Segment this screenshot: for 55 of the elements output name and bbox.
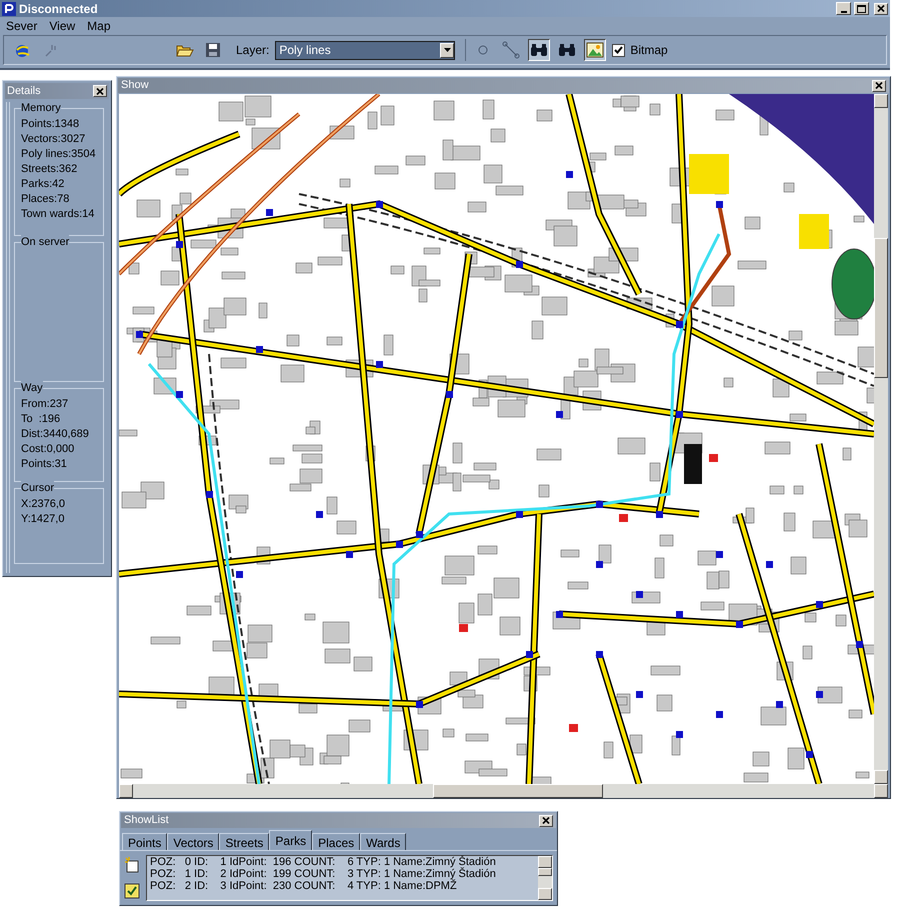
minimize-button[interactable] — [836, 2, 851, 15]
layer-dropdown[interactable]: Poly lines — [275, 40, 456, 60]
maximize-button[interactable] — [854, 2, 869, 15]
detail-value: Cost:0,000 — [20, 442, 76, 457]
detail-value: Dist:3440,689 — [20, 427, 90, 442]
tab[interactable]: Places — [312, 833, 360, 850]
window-title: Show — [121, 78, 149, 94]
group-title: Way — [21, 381, 43, 395]
panel-title: ShowList — [124, 813, 169, 828]
list-row[interactable]: POZ: 2 ID: 3 IdPoint: 230 COUNT: 4 TYP: 1 Name:DPMŽ — [150, 880, 538, 892]
window-title: Disconnected — [19, 0, 98, 18]
bitmap-checkbox[interactable] — [612, 44, 626, 56]
menu-item[interactable]: View — [49, 17, 76, 35]
tab[interactable]: Points — [122, 833, 168, 850]
detail-value: To :196 — [20, 412, 62, 427]
tab[interactable]: Wards — [360, 833, 406, 850]
menu-item[interactable]: Sever — [6, 17, 38, 35]
checklist-icon[interactable] — [124, 883, 140, 899]
tab[interactable]: Parks — [269, 830, 312, 850]
bitmap-label: Bitmap — [630, 42, 668, 59]
close-button[interactable] — [539, 814, 553, 826]
binoculars-icon[interactable] — [528, 39, 550, 61]
detail-value: Town wards:14 — [20, 207, 96, 222]
tab[interactable]: Vectors — [167, 833, 220, 850]
picture-icon[interactable] — [584, 39, 606, 61]
detail-value: X:2376,0 — [20, 497, 66, 512]
close-icon — [875, 82, 883, 89]
maximize-icon — [857, 4, 866, 12]
layer-label: Layer: — [236, 42, 270, 59]
detail-value: Parks:42 — [20, 177, 66, 192]
detail-value: Places:78 — [20, 192, 70, 207]
detail-value: Poly lines:3504 — [20, 147, 97, 162]
group-title: Memory — [21, 101, 61, 115]
new-document-icon[interactable] — [124, 857, 140, 873]
list-scrollbar[interactable] — [538, 856, 552, 900]
panel-title: Details — [7, 84, 41, 99]
detail-value: Vectors:3027 — [20, 132, 86, 147]
close-button[interactable] — [872, 80, 886, 92]
detail-value: Points:31 — [20, 457, 68, 472]
menu-item[interactable]: Map — [87, 17, 110, 35]
app-icon — [2, 2, 16, 16]
minimize-icon — [840, 10, 846, 12]
detail-value: Streets:362 — [20, 162, 78, 177]
detail-value: Points:1348 — [20, 117, 80, 132]
close-icon — [96, 88, 104, 94]
close-icon — [542, 817, 550, 824]
detail-value: From:237 — [20, 397, 70, 412]
close-button[interactable] — [874, 2, 888, 14]
close-button[interactable] — [93, 85, 107, 97]
line-tool-icon[interactable] — [500, 39, 522, 61]
detail-value: Y:1427,0 — [20, 512, 66, 527]
close-icon — [877, 5, 885, 12]
list-row[interactable]: POZ: 1 ID: 2 IdPoint: 199 COUNT: 3 TYP: 1 Name:Zimný Štadión — [150, 868, 538, 880]
horizontal-scrollbar[interactable] — [119, 784, 888, 798]
vertical-scrollbar[interactable] — [874, 94, 888, 784]
